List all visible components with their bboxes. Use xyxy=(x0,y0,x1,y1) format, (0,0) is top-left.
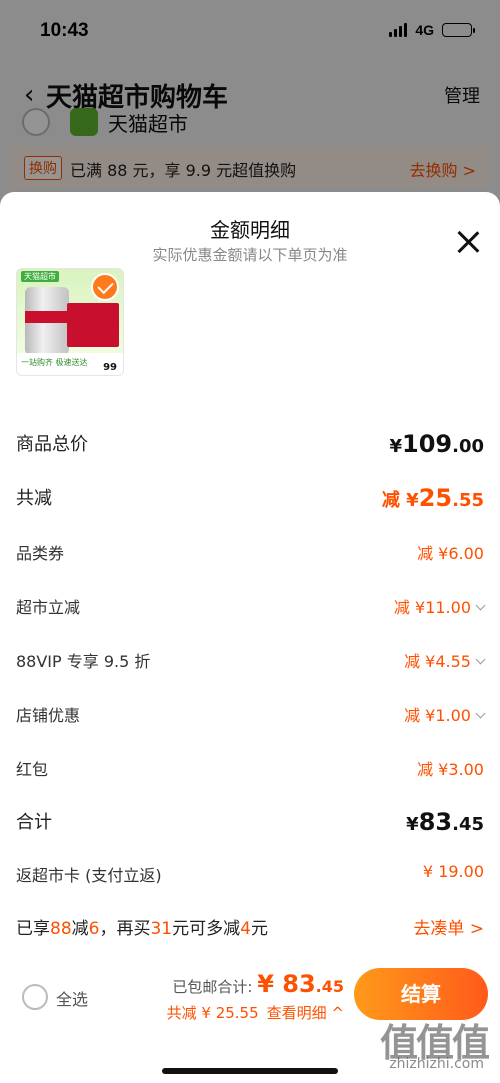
market-discount-value: 减 ¥11.00 xyxy=(394,594,486,618)
product-thumbnail[interactable]: 天猫超市 一站购齐 极速送达 99 xyxy=(16,268,124,376)
subtotal-value: ¥109.00 xyxy=(389,430,484,458)
red-packet-label: 红包 xyxy=(16,760,49,779)
total-line: 已包邮合计: ¥ 83.45 xyxy=(172,970,344,998)
view-detail-link[interactable]: 查看明细 ^ xyxy=(267,1004,344,1022)
chevron-down-icon xyxy=(475,600,486,611)
sum-row: 合计 ¥83.45 xyxy=(16,808,484,838)
total-discount-label: 共减 xyxy=(16,488,52,509)
vip-discount-value: 减 ¥4.55 xyxy=(404,648,486,672)
store-discount-row[interactable]: 店铺优惠 减 ¥1.00 xyxy=(16,702,486,732)
sheet-title: 金额明细 xyxy=(210,218,290,242)
total-discount-value: 减 ¥25.55 xyxy=(381,484,484,512)
checkout-bar: 全选 已包邮合计: ¥ 83.45 共减 ¥ 25.55 查看明细 ^ 结算 值值… xyxy=(0,962,500,1083)
red-packet-value: 减 ¥3.00 xyxy=(417,760,484,779)
home-indicator xyxy=(162,1068,338,1074)
store-discount-label: 店铺优惠 xyxy=(16,706,81,725)
thumb-badge: 天猫超市 xyxy=(21,271,59,282)
category-coupon-value: 减 ¥6.00 xyxy=(417,544,484,563)
chevron-down-icon xyxy=(475,708,486,719)
thumb-tagline: 一站购齐 极速送达 xyxy=(21,358,88,367)
red-packet-row: 红包 减 ¥3.00 xyxy=(16,756,484,786)
vip-discount-row[interactable]: 88VIP 专享 9.5 折 减 ¥4.55 xyxy=(16,648,486,678)
deal-text: 已享88减6，再买31元可多减4元 xyxy=(16,919,268,939)
select-all-checkbox[interactable] xyxy=(22,984,48,1010)
total-discount-row: 共减 减 ¥25.55 xyxy=(16,484,484,514)
category-coupon-label: 品类券 xyxy=(16,544,65,563)
chevron-down-icon xyxy=(475,654,486,665)
rebate-row: 返超市卡 (支付立返) ¥ 19.00 xyxy=(16,862,484,892)
thumb-price: 99 xyxy=(101,362,119,373)
rebate-label: 返超市卡 (支付立返) xyxy=(16,866,162,885)
beer-box-image xyxy=(67,303,119,347)
deal-row: 已享88减6，再买31元可多减4元 去凑单 > xyxy=(16,914,484,944)
close-icon[interactable] xyxy=(456,230,480,254)
watermark: 值值值 zhizhizhi.com xyxy=(338,1012,490,1072)
beer-can-image xyxy=(25,287,69,355)
market-discount-row[interactable]: 超市立减 减 ¥11.00 xyxy=(16,594,486,624)
sheet-subtitle: 实际优惠金额请以下单页为准 xyxy=(152,246,348,264)
store-discount-value: 减 ¥1.00 xyxy=(404,702,486,726)
vip-discount-label: 88VIP 专享 9.5 折 xyxy=(16,652,151,671)
subtotal-label: 商品总价 xyxy=(16,434,88,455)
save-line: 共减 ¥ 25.55 查看明细 ^ xyxy=(166,1004,344,1022)
add-items-link[interactable]: 去凑单 > xyxy=(413,914,484,939)
price-detail-sheet: 金额明细 实际优惠金额请以下单页为准 天猫超市 一站购齐 极速送达 99 商品总… xyxy=(0,192,500,1083)
subtotal-row: 商品总价 ¥109.00 xyxy=(16,430,484,460)
category-coupon-row: 品类券 减 ¥6.00 xyxy=(16,540,484,570)
watermark-text: zhizhizhi.com xyxy=(389,1056,484,1072)
selected-check-icon[interactable] xyxy=(91,273,119,301)
rebate-value: ¥ 19.00 xyxy=(422,862,484,881)
select-all-label[interactable]: 全选 xyxy=(56,986,88,1010)
market-discount-label: 超市立减 xyxy=(16,598,81,617)
sum-label: 合计 xyxy=(16,812,52,833)
sum-value: ¥83.45 xyxy=(406,808,484,836)
